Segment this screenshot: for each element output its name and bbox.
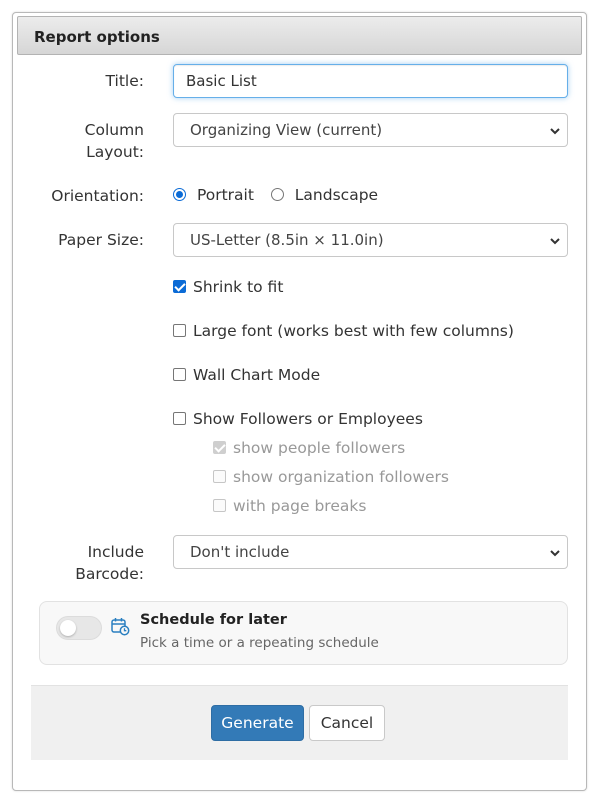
shrink-to-fit-option[interactable]: Shrink to fit <box>173 278 283 300</box>
paper-size-label: Paper Size: <box>58 231 144 249</box>
column-layout-label-line2: Layout: <box>86 143 144 161</box>
column-layout-value: Organizing View (current) <box>190 121 383 139</box>
with-page-breaks-option: with page breaks <box>213 497 366 519</box>
orientation-radio-group: Portrait Landscape <box>173 185 378 209</box>
schedule-toggle[interactable] <box>56 616 102 640</box>
wall-chart-label[interactable]: Wall Chart Mode <box>193 366 320 384</box>
dialog-footer: Generate Cancel <box>31 685 568 760</box>
landscape-radio[interactable] <box>270 188 284 201</box>
column-layout-select[interactable]: Organizing View (current) <box>173 113 568 147</box>
column-layout-label-line1: Column <box>84 121 144 139</box>
show-organization-followers-checkbox <box>213 470 226 483</box>
column-layout-label: Column Layout: <box>13 119 144 163</box>
barcode-select[interactable]: Don't include <box>173 535 568 569</box>
generate-button[interactable]: Generate <box>211 705 304 741</box>
portrait-label[interactable]: Portrait <box>197 186 254 204</box>
barcode-label: Include Barcode: <box>13 541 144 585</box>
barcode-value: Don't include <box>190 543 290 561</box>
chevron-down-icon <box>550 128 560 135</box>
barcode-label-line2: Barcode: <box>75 565 144 583</box>
large-font-checkbox[interactable] <box>173 324 186 337</box>
dialog-header: Report options <box>17 16 582 55</box>
orientation-label: Orientation: <box>51 187 144 205</box>
dialog-title: Report options <box>34 28 160 46</box>
paper-size-select[interactable]: US-Letter (8.5in × 11.0in) <box>173 223 568 257</box>
chevron-down-icon <box>550 550 560 557</box>
show-organization-followers-label: show organization followers <box>233 468 449 486</box>
barcode-label-line1: Include <box>87 543 144 561</box>
show-followers-label[interactable]: Show Followers or Employees <box>193 410 423 428</box>
with-page-breaks-label: with page breaks <box>233 497 367 515</box>
schedule-subtitle: Pick a time or a repeating schedule <box>140 635 379 651</box>
calendar-clock-icon <box>111 618 130 636</box>
report-options-dialog: Report options Title: Column Layout: Org… <box>12 12 587 791</box>
toggle-knob <box>60 620 76 636</box>
shrink-to-fit-label[interactable]: Shrink to fit <box>193 278 283 296</box>
landscape-label[interactable]: Landscape <box>295 186 378 204</box>
with-page-breaks-checkbox <box>213 499 226 512</box>
show-people-followers-checkbox <box>213 441 226 454</box>
show-followers-option[interactable]: Show Followers or Employees <box>173 410 423 432</box>
paper-size-value: US-Letter (8.5in × 11.0in) <box>190 231 384 249</box>
wall-chart-checkbox[interactable] <box>173 368 186 381</box>
show-people-followers-option: show people followers <box>213 439 405 461</box>
show-organization-followers-option: show organization followers <box>213 468 449 490</box>
chevron-down-icon <box>550 238 560 245</box>
portrait-radio[interactable] <box>173 188 186 201</box>
shrink-to-fit-checkbox[interactable] <box>173 280 186 293</box>
large-font-label[interactable]: Large font (works best with few columns) <box>193 322 514 340</box>
title-label: Title: <box>105 72 144 90</box>
schedule-title: Schedule for later <box>140 612 287 628</box>
show-followers-checkbox[interactable] <box>173 412 186 425</box>
schedule-panel: Schedule for later Pick a time or a repe… <box>39 601 568 665</box>
wall-chart-option[interactable]: Wall Chart Mode <box>173 366 320 388</box>
cancel-button[interactable]: Cancel <box>309 705 385 741</box>
title-input[interactable] <box>173 64 568 98</box>
show-people-followers-label: show people followers <box>233 439 406 457</box>
large-font-option[interactable]: Large font (works best with few columns) <box>173 322 514 344</box>
